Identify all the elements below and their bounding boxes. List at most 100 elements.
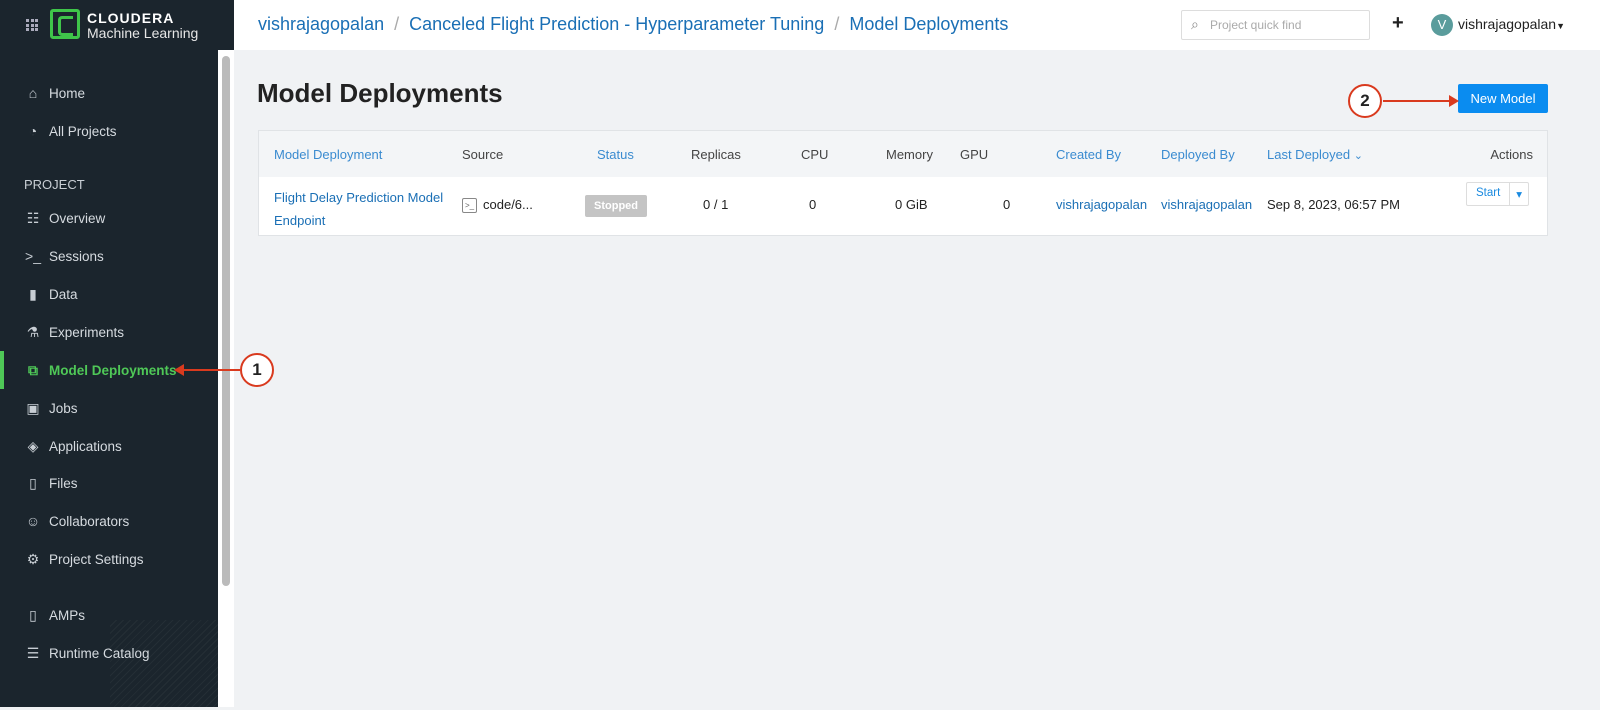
deployed-by-link[interactable]: vishrajagopalan <box>1161 197 1252 212</box>
cloudera-logo-icon[interactable] <box>50 9 80 39</box>
cpu-cell: 0 <box>809 197 817 212</box>
sidebar-item-overview[interactable]: ☷ Overview <box>0 199 218 237</box>
sidebar-item-home[interactable]: ⌂ Home <box>0 74 218 112</box>
sidebar-item-project-settings[interactable]: ⚙ Project Settings <box>0 540 218 578</box>
username: vishrajagopalan <box>1458 16 1557 32</box>
callout-arrow-icon <box>1383 95 1459 107</box>
app-grid-icon[interactable] <box>26 19 38 31</box>
search-icon: ⌕ <box>1191 16 1199 32</box>
amps-icon: ▯ <box>29 606 37 623</box>
breadcrumb: vishrajagopalan / Canceled Flight Predicti… <box>258 14 1008 35</box>
col-label: Last Deployed <box>1267 147 1351 162</box>
nav-label: Applications <box>49 438 122 454</box>
callout-2: 2 <box>1348 84 1382 118</box>
nav-label: Model Deployments <box>49 362 177 378</box>
start-button[interactable]: Start <box>1467 183 1509 205</box>
memory-cell: 0 GiB <box>895 197 928 212</box>
search-placeholder: Project quick find <box>1210 18 1302 32</box>
status-badge: Stopped <box>585 195 647 217</box>
brand-product: Machine Learning <box>87 25 199 41</box>
breadcrumb-project[interactable]: Canceled Flight Prediction - Hyperparame… <box>409 14 824 34</box>
start-button-group: Start ▾ <box>1466 182 1530 206</box>
nav-label: Jobs <box>49 400 78 416</box>
caret-down-icon: ▼ <box>1556 21 1565 31</box>
layers-icon: ◈ <box>27 437 39 454</box>
nav-label: Runtime Catalog <box>49 645 150 661</box>
col-actions: Actions <box>1490 147 1533 162</box>
sidebar-item-amps[interactable]: ▯ AMPs <box>0 596 218 634</box>
file-icon: ▯ <box>29 474 37 491</box>
sidebar-item-all-projects[interactable]: ◔ All Projects <box>0 112 218 150</box>
replicas-cell: 0 / 1 <box>703 197 729 212</box>
model-name-link[interactable]: Flight Delay Prediction Model Endpoint <box>274 186 454 232</box>
sidebar-item-jobs[interactable]: ▣ Jobs <box>0 389 218 427</box>
col-model-deployment[interactable]: Model Deployment <box>274 147 382 162</box>
nav-label: All Projects <box>49 123 117 139</box>
col-gpu: GPU <box>960 147 989 162</box>
nav-label: Collaborators <box>49 513 130 529</box>
flask-icon: ⚗ <box>26 323 40 340</box>
col-deployed-by[interactable]: Deployed By <box>1161 147 1235 162</box>
terminal-icon: >_ <box>462 198 477 214</box>
avatar[interactable]: V <box>1431 14 1453 36</box>
sidebar-item-files[interactable]: ▯ Files <box>0 464 218 502</box>
sort-chevron-down-icon: ⌄ <box>1353 150 1363 162</box>
top-header: vishrajagopalan / Canceled Flight Predicti… <box>234 0 1600 50</box>
list-icon: ☰ <box>26 644 40 661</box>
brand-name: CLOUDERA <box>87 10 175 26</box>
add-button[interactable]: + <box>1392 12 1404 35</box>
sidebar-item-runtime-catalog[interactable]: ☰ Runtime Catalog <box>0 634 218 672</box>
sidebar-scrollbar-thumb[interactable] <box>222 56 230 586</box>
col-source: Source <box>462 147 504 162</box>
nav-label: Sessions <box>49 248 104 264</box>
nav-label: Experiments <box>49 324 125 340</box>
breadcrumb-current[interactable]: Model Deployments <box>849 14 1008 34</box>
sidebar-item-sessions[interactable]: >_ Sessions <box>0 237 218 275</box>
sidebar-item-experiments[interactable]: ⚗ Experiments <box>0 313 218 351</box>
model-icon: ⧉ <box>28 361 38 378</box>
col-memory: Memory <box>886 147 933 162</box>
gear-icon: ⚙ <box>26 550 40 567</box>
users-icon: ☺ <box>25 513 41 529</box>
nav-label: Overview <box>49 210 106 226</box>
page-title: Model Deployments <box>257 78 503 108</box>
col-replicas: Replicas <box>691 147 741 162</box>
breadcrumb-separator: / <box>394 14 400 34</box>
created-by-link[interactable]: vishrajagopalan <box>1056 197 1147 212</box>
bar-chart-icon: ▮ <box>29 285 37 302</box>
source-cell: >_ code/6... <box>462 197 533 214</box>
last-deployed-cell: Sep 8, 2023, 06:57 PM <box>1267 197 1400 212</box>
nav-label: AMPs <box>49 607 86 623</box>
breadcrumb-user[interactable]: vishrajagopalan <box>258 14 384 34</box>
brand: CLOUDERA Machine Learning <box>0 0 234 50</box>
source-value: code/6... <box>483 197 533 212</box>
gpu-cell: 0 <box>1003 197 1011 212</box>
callout-arrow-icon <box>174 364 240 376</box>
section-label: PROJECT <box>24 177 85 192</box>
col-last-deployed[interactable]: Last Deployed ⌄ <box>1267 147 1363 162</box>
gauge-icon: ◔ <box>28 123 38 139</box>
breadcrumb-separator: / <box>834 14 840 34</box>
callout-1: 1 <box>240 353 274 387</box>
col-created-by[interactable]: Created By <box>1056 147 1121 162</box>
user-menu[interactable]: vishrajagopalan▼ <box>1458 16 1565 32</box>
new-model-button[interactable]: New Model <box>1458 84 1548 113</box>
model-deployments-table: Model Deployment Source Status Replicas … <box>258 130 1548 236</box>
sidebar-item-applications[interactable]: ◈ Applications <box>0 427 218 465</box>
nav-label: Home <box>49 85 86 101</box>
sidebar: CLOUDERA Machine Learning ⌂ Home ◔ All Pro… <box>0 0 234 707</box>
sidebar-item-collaborators[interactable]: ☺ Collaborators <box>0 502 218 540</box>
caret-down-icon[interactable]: ▾ <box>1509 183 1528 205</box>
col-cpu: CPU <box>801 147 829 162</box>
home-icon: ⌂ <box>28 85 38 101</box>
terminal-icon: >_ <box>25 248 41 264</box>
overview-icon: ☷ <box>26 209 40 226</box>
book-icon: ▭ <box>26 693 40 709</box>
col-status[interactable]: Status <box>597 147 634 162</box>
sidebar-item-data[interactable]: ▮ Data <box>0 275 218 313</box>
nav-label: Project Settings <box>49 551 144 567</box>
project-search-input[interactable]: ⌕ Project quick find <box>1181 10 1370 40</box>
nav-label: Data <box>49 286 78 302</box>
nav-label: Files <box>49 475 78 491</box>
jobs-icon: ▣ <box>26 399 40 416</box>
